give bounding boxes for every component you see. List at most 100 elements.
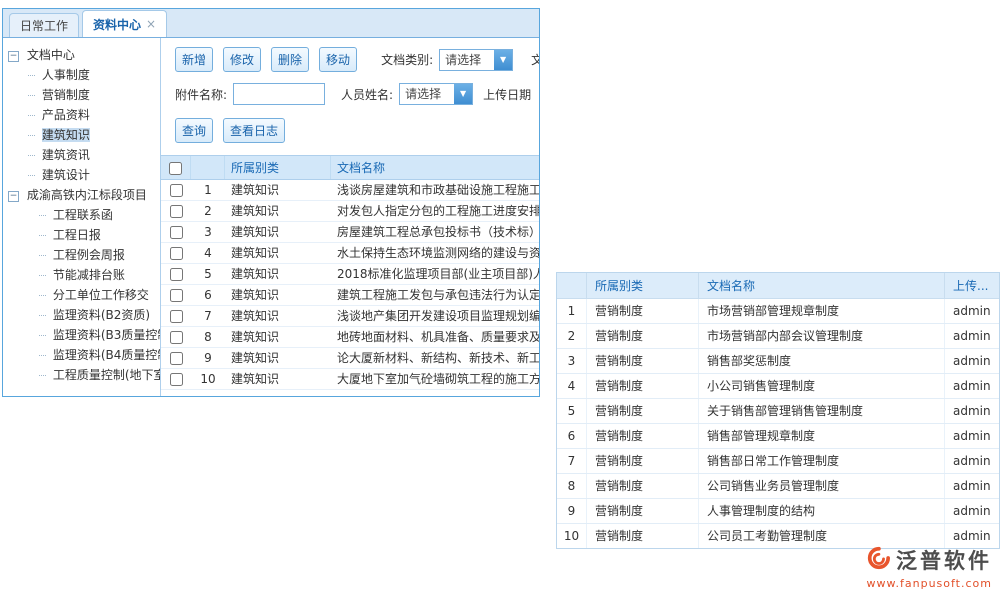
table-row[interactable]: 9 建筑知识 论大厦新材料、新结构、新技术、新工... (161, 348, 540, 369)
tree-item[interactable]: − 分工单位工作移交 (8, 285, 158, 305)
tree-item[interactable]: − 营销制度 (8, 85, 158, 105)
tree-item[interactable]: − 文档中心 (8, 45, 158, 65)
chevron-down-icon[interactable]: ▼ (454, 84, 472, 104)
query-button[interactable]: 查询 (175, 118, 213, 143)
row-category: 营销制度 (587, 399, 699, 423)
row-doc-name: 销售部管理规章制度 (699, 424, 945, 448)
row-doc-name: 建筑工程施工发包与承包违法行为认定... (331, 285, 540, 305)
table-row[interactable]: 8 建筑知识 地砖地面材料、机具准备、质量要求及... (161, 327, 540, 348)
table-row[interactable]: 1 建筑知识 浅谈房屋建筑和市政基础设施工程施工... (161, 180, 540, 201)
chevron-down-icon[interactable]: ▼ (494, 50, 512, 70)
row-doc-name: 浅谈房屋建筑和市政基础设施工程施工... (331, 180, 540, 200)
row-checkbox[interactable] (170, 226, 183, 239)
table-row[interactable]: 10 建筑知识 大厦地下室加气砼墙砌筑工程的施工方... (161, 369, 540, 390)
tree-item[interactable]: − 监理资料(B2资质) (8, 305, 158, 325)
close-icon[interactable]: × (146, 17, 156, 31)
tree-item-label: 监理资料(B4质量控制) (53, 348, 161, 362)
row-number: 4 (557, 374, 587, 398)
table-row[interactable]: 2 营销制度 市场营销部内部会议管理制度 admin (557, 324, 999, 349)
row-category: 建筑知识 (225, 201, 331, 221)
row-doc-name: 2018标准化监理项目部(业主项目部)人员... (331, 264, 540, 284)
table-row[interactable]: 6 建筑知识 建筑工程施工发包与承包违法行为认定... (161, 285, 540, 306)
collapse-icon[interactable]: − (8, 191, 19, 202)
row-checkbox[interactable] (170, 205, 183, 218)
table-row[interactable]: 9 营销制度 人事管理制度的结构 admin (557, 499, 999, 524)
view-log-button[interactable]: 查看日志 (223, 118, 285, 143)
marketing-documents-table: 所属别类 文档名称 上传... 1 营销制度 市场营销部管理规章制度 admin… (556, 272, 1000, 549)
tree-item[interactable]: − 监理资料(B4质量控制) (8, 345, 158, 365)
attachment-input[interactable] (233, 83, 325, 105)
column-header-category[interactable]: 所属别类 (587, 273, 699, 298)
delete-button[interactable]: 删除 (271, 47, 309, 72)
column-header-uploader[interactable]: 上传... (945, 273, 999, 298)
row-doc-name: 大厦地下室加气砼墙砌筑工程的施工方... (331, 369, 540, 389)
column-header-number (191, 156, 225, 179)
table-row[interactable]: 5 营销制度 关于销售部管理销售管理制度 admin (557, 399, 999, 424)
row-category: 营销制度 (587, 374, 699, 398)
row-number: 10 (557, 524, 587, 548)
tree-item[interactable]: − 工程联系函 (8, 205, 158, 225)
tab-daily-work[interactable]: 日常工作 (9, 13, 79, 37)
row-checkbox[interactable] (170, 268, 183, 281)
row-number: 9 (191, 348, 225, 368)
fanpu-logo-icon (866, 546, 890, 574)
tree-connector-line (39, 275, 46, 276)
row-category: 建筑知识 (225, 180, 331, 200)
row-number: 7 (191, 306, 225, 326)
table-row[interactable]: 8 营销制度 公司销售业务员管理制度 admin (557, 474, 999, 499)
table-row[interactable]: 4 营销制度 小公司销售管理制度 admin (557, 374, 999, 399)
column-header-name[interactable]: 文档名称 (699, 273, 945, 298)
column-header-name[interactable]: 文档名称 (331, 156, 540, 179)
brand-name: 泛普软件 (896, 545, 992, 575)
person-select[interactable]: 请选择 ▼ (399, 83, 473, 105)
tree-item-label: 监理资料(B2资质) (53, 308, 150, 322)
tree-item[interactable]: − 工程日报 (8, 225, 158, 245)
collapse-icon[interactable]: − (8, 51, 19, 62)
row-category: 建筑知识 (225, 369, 331, 389)
row-checkbox[interactable] (170, 310, 183, 323)
row-number: 6 (557, 424, 587, 448)
row-category: 营销制度 (587, 499, 699, 523)
table-row[interactable]: 7 营销制度 销售部日常工作管理制度 admin (557, 449, 999, 474)
row-uploader: admin (945, 324, 999, 348)
row-category: 营销制度 (587, 324, 699, 348)
tab-data-center[interactable]: 资料中心 × (82, 10, 167, 37)
table-row[interactable]: 2 建筑知识 对发包人指定分包的工程施工进度安排... (161, 201, 540, 222)
table-row[interactable]: 1 营销制度 市场营销部管理规章制度 admin (557, 299, 999, 324)
row-checkbox[interactable] (170, 352, 183, 365)
tree-item[interactable]: − 建筑设计 (8, 165, 158, 185)
table-row[interactable]: 3 营销制度 销售部奖惩制度 admin (557, 349, 999, 374)
row-checkbox[interactable] (170, 289, 183, 302)
tree-item[interactable]: − 节能减排台账 (8, 265, 158, 285)
doc-type-select[interactable]: 请选择 ▼ (439, 49, 513, 71)
document-tree: − 文档中心 − 人事制度 − 营销制度 − (3, 38, 161, 396)
table-row[interactable]: 5 建筑知识 2018标准化监理项目部(业主项目部)人员... (161, 264, 540, 285)
row-number: 3 (557, 349, 587, 373)
row-checkbox[interactable] (170, 184, 183, 197)
tree-item[interactable]: − 建筑资讯 (8, 145, 158, 165)
tree-item[interactable]: − 工程质量控制(地下室) (8, 365, 158, 385)
row-doc-name: 地砖地面材料、机具准备、质量要求及... (331, 327, 540, 347)
add-button[interactable]: 新增 (175, 47, 213, 72)
table-row[interactable]: 4 建筑知识 水土保持生态环境监测网络的建设与资... (161, 243, 540, 264)
tree-item[interactable]: − 监理资料(B3质量控制) (8, 325, 158, 345)
table-row[interactable]: 3 建筑知识 房屋建筑工程总承包投标书（技术标）... (161, 222, 540, 243)
row-number: 4 (191, 243, 225, 263)
row-checkbox[interactable] (170, 247, 183, 260)
row-number: 5 (557, 399, 587, 423)
table-row[interactable]: 6 营销制度 销售部管理规章制度 admin (557, 424, 999, 449)
select-all-checkbox[interactable] (169, 162, 182, 175)
window-body: − 文档中心 − 人事制度 − 营销制度 − (3, 38, 539, 396)
column-header-category[interactable]: 所属别类 (225, 156, 331, 179)
move-button[interactable]: 移动 (319, 47, 357, 72)
modify-button[interactable]: 修改 (223, 47, 261, 72)
tree-item[interactable]: − 成渝高铁内江标段项目 (8, 185, 158, 205)
tree-item[interactable]: − 人事制度 (8, 65, 158, 85)
row-checkbox[interactable] (170, 373, 183, 386)
tree-item[interactable]: − 产品资料 (8, 105, 158, 125)
row-doc-name: 浅谈地产集团开发建设项目监理规划编... (331, 306, 540, 326)
row-checkbox[interactable] (170, 331, 183, 344)
tree-item[interactable]: − 建筑知识 (8, 125, 158, 145)
tree-item[interactable]: − 工程例会周报 (8, 245, 158, 265)
table-row[interactable]: 7 建筑知识 浅谈地产集团开发建设项目监理规划编... (161, 306, 540, 327)
